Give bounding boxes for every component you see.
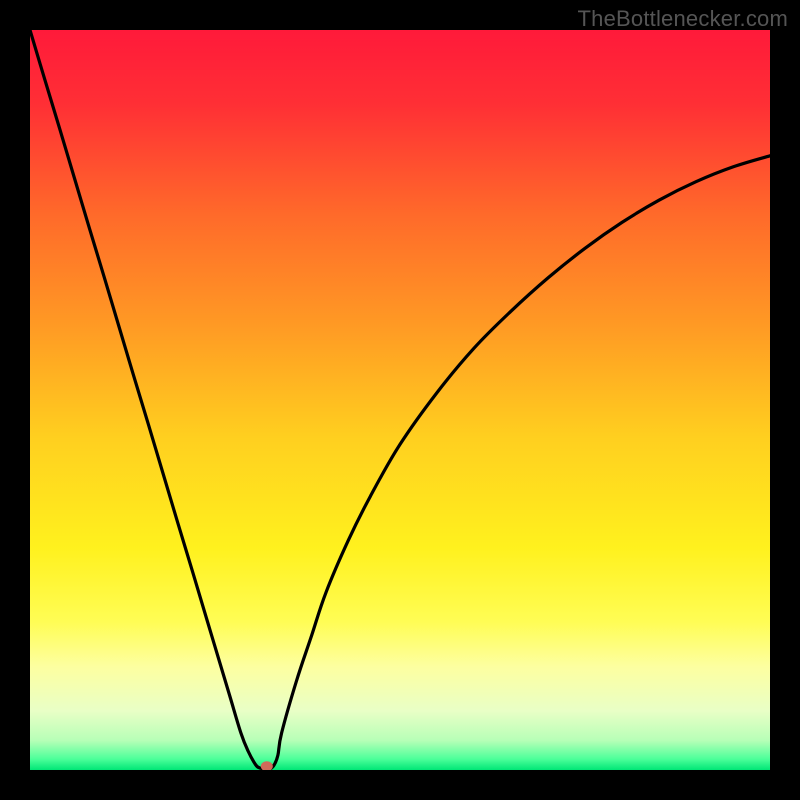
curve-layer bbox=[30, 30, 770, 770]
optimal-marker bbox=[261, 761, 273, 770]
bottleneck-curve bbox=[30, 30, 770, 769]
plot-area bbox=[30, 30, 770, 770]
watermark-text: TheBottlenecker.com bbox=[578, 6, 788, 32]
chart-frame: TheBottlenecker.com bbox=[0, 0, 800, 800]
